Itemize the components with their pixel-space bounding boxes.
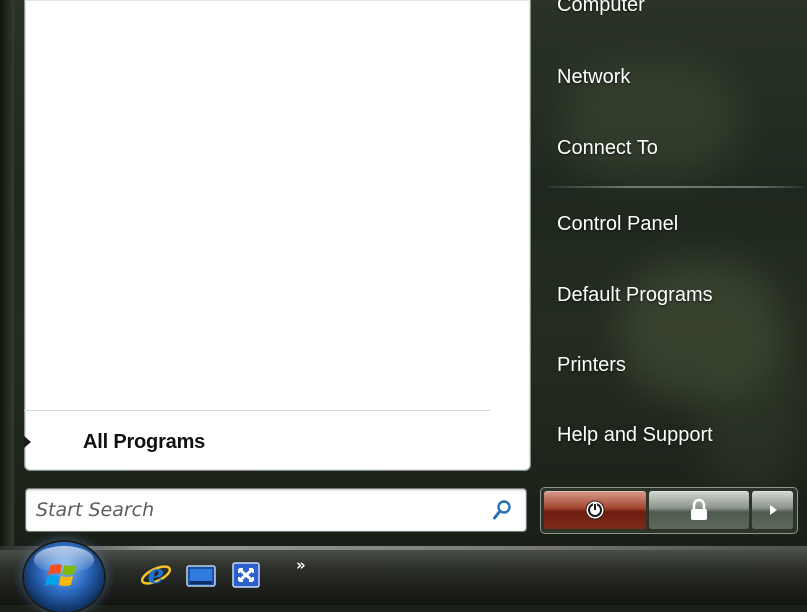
menu-item-computer[interactable]: Computer [557, 0, 645, 17]
taskbar-edge [0, 546, 807, 550]
lock-icon [691, 498, 707, 520]
menu-item-control-panel[interactable]: Control Panel [557, 213, 678, 236]
search-input[interactable] [36, 495, 476, 525]
start-menu: All Programs Computer Network Connect To… [0, 0, 807, 546]
switch-windows-icon[interactable] [231, 561, 261, 589]
all-programs-button[interactable]: All Programs [20, 422, 480, 462]
right-pane-separator [548, 186, 803, 188]
menu-item-connect-to[interactable]: Connect To [557, 137, 658, 160]
arrow-right-icon [769, 505, 777, 515]
power-button[interactable] [544, 491, 646, 529]
svg-text:e: e [148, 560, 165, 590]
search-box [25, 488, 527, 532]
menu-item-help-and-support[interactable]: Help and Support [557, 424, 713, 447]
triangle-right-icon [24, 436, 31, 448]
programs-pane [24, 0, 531, 471]
taskbar [0, 546, 807, 605]
all-programs-label: All Programs [83, 430, 206, 453]
show-desktop-icon[interactable] [186, 564, 216, 588]
window-border [0, 0, 14, 546]
search-icon[interactable] [492, 499, 512, 521]
shutdown-options-button[interactable] [752, 491, 793, 529]
power-icon [585, 500, 605, 520]
start-button[interactable] [24, 542, 104, 612]
menu-item-default-programs[interactable]: Default Programs [557, 284, 713, 307]
power-buttons [540, 487, 798, 534]
menu-item-network[interactable]: Network [557, 66, 630, 89]
programs-separator [24, 410, 490, 411]
menu-item-printers[interactable]: Printers [557, 354, 626, 377]
lock-button[interactable] [649, 491, 749, 529]
quick-launch-overflow-button[interactable]: » [296, 556, 306, 574]
internet-explorer-icon[interactable]: e [140, 560, 172, 590]
windows-logo-icon [45, 564, 76, 586]
